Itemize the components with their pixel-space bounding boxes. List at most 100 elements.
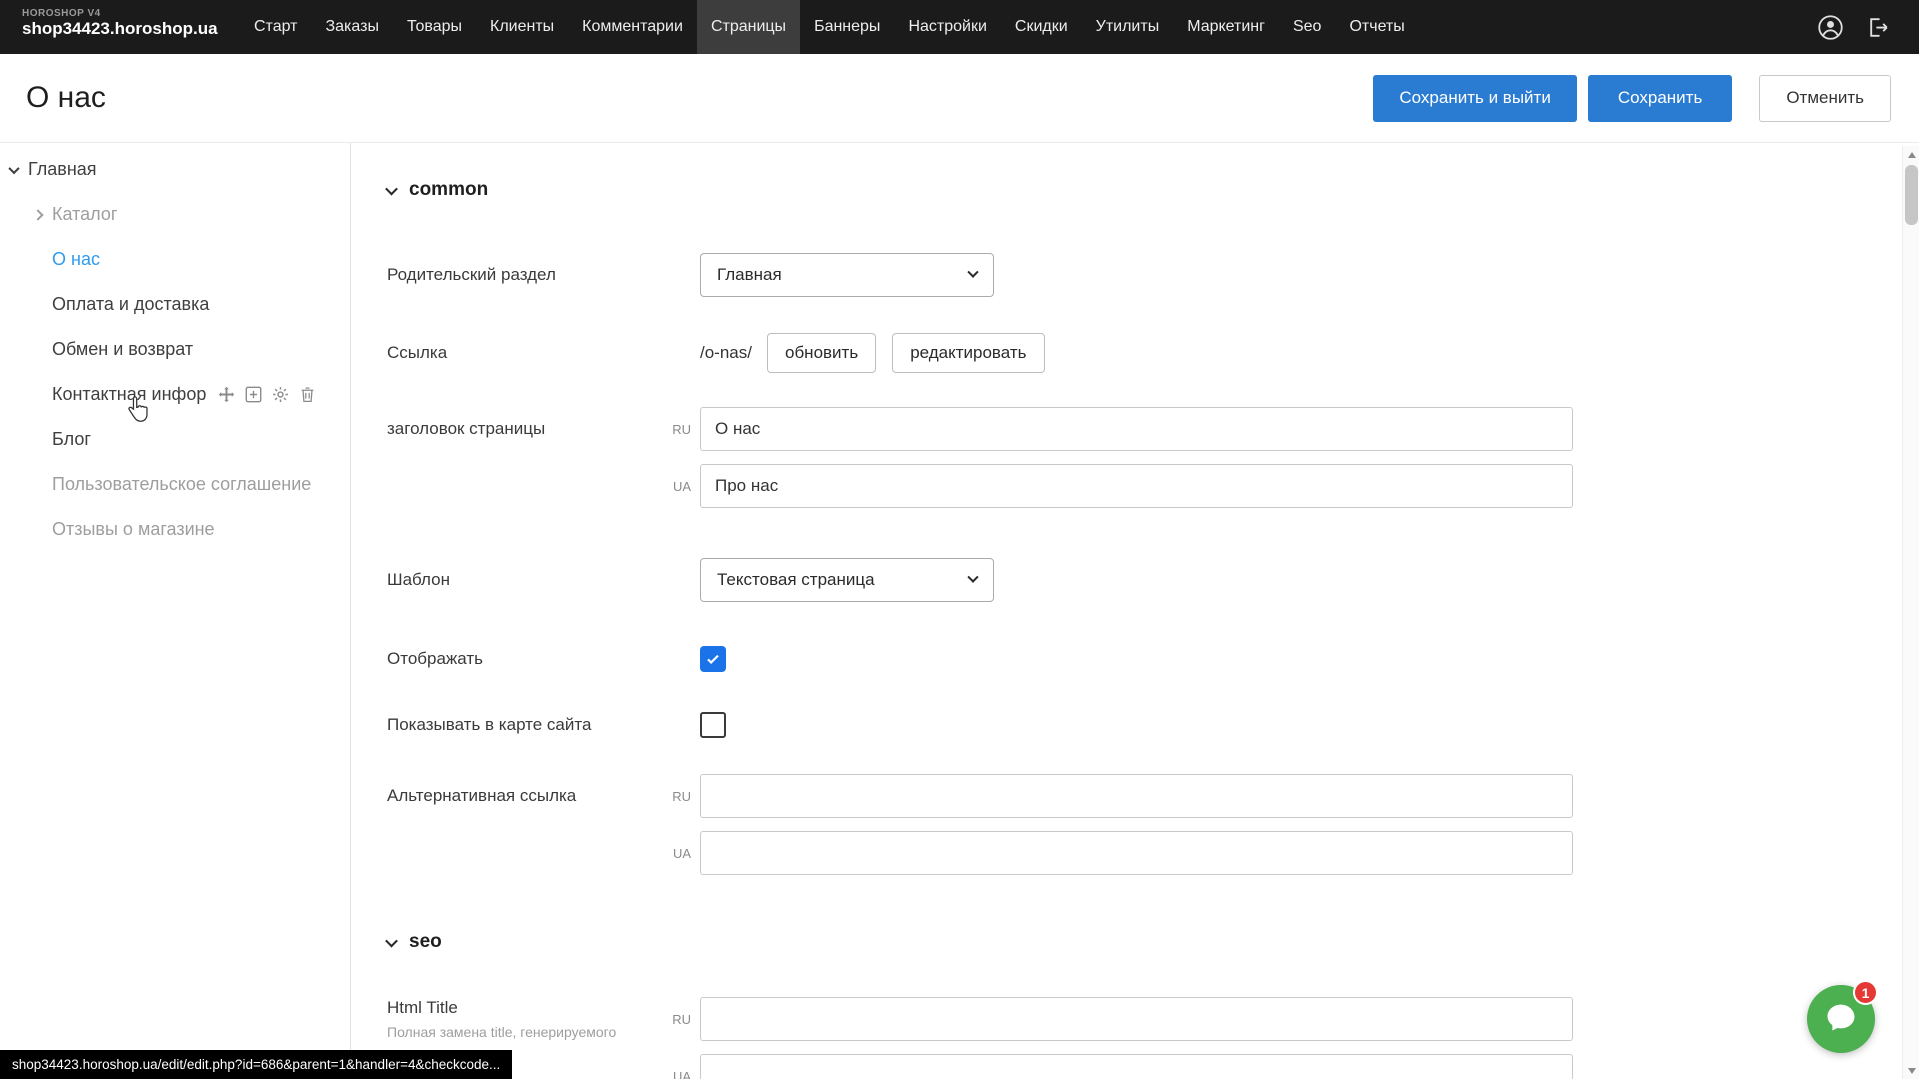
parent-section-value: Главная — [717, 265, 969, 285]
chat-unread-badge: 1 — [1853, 980, 1878, 1005]
chevron-down-icon — [967, 572, 978, 583]
sidebar-item-polzovatelskoe-soglashenie[interactable]: Пользовательское соглашение — [0, 462, 350, 507]
nav-item-utilities[interactable]: Утилиты — [1082, 0, 1174, 54]
page-edit-form: common Родительский раздел Главная Ссылк… — [351, 143, 1919, 1079]
status-url-tooltip: shop34423.horoshop.ua/edit/edit.php?id=6… — [0, 1050, 512, 1079]
content: Главная Каталог О нас Оплата и доставка … — [0, 143, 1919, 1079]
page-title: О нас — [26, 81, 1373, 115]
user-circle-icon[interactable] — [1817, 14, 1844, 41]
nav-item-orders[interactable]: Заказы — [311, 0, 392, 54]
template-select[interactable]: Текстовая страница — [700, 558, 994, 602]
nav-item-banners[interactable]: Баннеры — [800, 0, 894, 54]
sidebar-item-label: Оплата и доставка — [52, 294, 209, 315]
parent-section-select[interactable]: Главная — [700, 253, 994, 297]
save-button[interactable]: Сохранить — [1588, 75, 1732, 122]
nav-item-seo[interactable]: Seo — [1279, 0, 1335, 54]
template-label: Шаблон — [387, 570, 700, 590]
sidebar-item-katalog[interactable]: Каталог — [0, 192, 350, 237]
topbar: HOROSHOP V4 shop34423.horoshop.ua Старт … — [0, 0, 1919, 54]
nav-item-products[interactable]: Товары — [393, 0, 476, 54]
html-title-ua-row: UA — [387, 1054, 1919, 1079]
nav-item-discounts[interactable]: Скидки — [1001, 0, 1082, 54]
scroll-down-button[interactable] — [1903, 1062, 1919, 1079]
lang-ru-badge: RU — [657, 789, 691, 804]
chevron-down-icon[interactable] — [10, 166, 28, 174]
sidebar-item-obmen-i-vozvrat[interactable]: Обмен и возврат — [0, 327, 350, 372]
link-refresh-button[interactable]: обновить — [767, 333, 876, 373]
chevron-down-icon — [967, 267, 978, 278]
tree-item-actions — [218, 386, 316, 403]
scroll-up-button[interactable] — [1903, 146, 1919, 163]
sidebar-item-label: Главная — [28, 159, 97, 180]
html-title-ru-input[interactable] — [700, 997, 1573, 1041]
add-square-icon[interactable] — [245, 386, 262, 403]
trash-icon[interactable] — [299, 386, 316, 403]
display-checkbox[interactable] — [700, 646, 726, 672]
lang-ua-badge: UA — [657, 1069, 691, 1079]
save-and-exit-button[interactable]: Сохранить и выйти — [1373, 75, 1576, 122]
brand-version: HOROSHOP V4 — [22, 8, 240, 19]
sidebar-item-label: О нас — [52, 249, 100, 270]
move-icon[interactable] — [218, 386, 235, 403]
link-edit-button[interactable]: редактировать — [892, 333, 1044, 373]
parent-section-row: Родительский раздел Главная — [387, 253, 1919, 297]
nav-item-start[interactable]: Старт — [240, 0, 311, 54]
scrollbar-thumb[interactable] — [1905, 165, 1918, 225]
sidebar-item-o-nas[interactable]: О нас — [0, 237, 350, 282]
template-value: Текстовая страница — [717, 570, 969, 590]
alt-link-label: Альтернативная ссылка — [387, 786, 657, 806]
topbar-actions — [1817, 0, 1919, 54]
sidebar-item-otzyvy-o-magazine[interactable]: Отзывы о магазине — [0, 507, 350, 552]
display-label: Отображать — [387, 649, 700, 669]
display-row: Отображать — [387, 646, 1919, 672]
sidebar-item-label: Контактная инфор — [52, 384, 206, 405]
pages-tree-sidebar: Главная Каталог О нас Оплата и доставка … — [0, 143, 351, 1079]
link-row: Ссылка /o-nas/ обновить редактировать — [387, 333, 1919, 373]
chat-bubble-icon — [1823, 999, 1859, 1040]
sidebar-item-label: Пользовательское соглашение — [52, 474, 311, 495]
alt-link-ua-input[interactable] — [700, 831, 1573, 875]
page-header: О нас Сохранить и выйти Сохранить Отмени… — [0, 54, 1919, 143]
section-common-header[interactable]: common — [387, 179, 1919, 201]
sidebar-item-label: Отзывы о магазине — [52, 519, 215, 540]
sidebar-item-label: Каталог — [52, 204, 117, 225]
alt-link-ru-input[interactable] — [700, 774, 1573, 818]
html-title-ru-row: Html Title Полная замена title, генериру… — [387, 997, 1919, 1041]
html-title-hint: Полная замена title, генерируемого — [387, 1024, 657, 1040]
page-title-label: заголовок страницы — [387, 419, 657, 439]
html-title-ua-input[interactable] — [700, 1054, 1573, 1079]
alt-link-ru-row: Альтернативная ссылка RU — [387, 774, 1919, 818]
sitemap-checkbox[interactable] — [700, 712, 726, 738]
cancel-button[interactable]: Отменить — [1759, 75, 1891, 122]
sidebar-item-kontaktnaya-informaciya[interactable]: Контактная инфор — [0, 372, 350, 417]
chevron-right-icon[interactable] — [34, 211, 52, 219]
link-label: Ссылка — [387, 343, 700, 363]
lang-ua-badge: UA — [657, 479, 691, 494]
logout-icon[interactable] — [1866, 15, 1891, 40]
link-path: /o-nas/ — [700, 343, 752, 363]
nav-item-marketing[interactable]: Маркетинг — [1173, 0, 1279, 54]
page-title-ru-input[interactable] — [700, 407, 1573, 451]
page-title-ua-input[interactable] — [700, 464, 1573, 508]
sitemap-label: Показывать в карте сайта — [387, 715, 700, 735]
chevron-down-icon — [385, 934, 398, 947]
chat-button[interactable]: 1 — [1807, 985, 1875, 1053]
vertical-scrollbar[interactable] — [1902, 146, 1919, 1079]
nav-item-reports[interactable]: Отчеты — [1335, 0, 1418, 54]
nav-item-clients[interactable]: Клиенты — [476, 0, 568, 54]
html-title-label: Html Title — [387, 998, 657, 1018]
section-seo-header[interactable]: seo — [387, 931, 1919, 953]
sidebar-item-label: Обмен и возврат — [52, 339, 193, 360]
sitemap-row: Показывать в карте сайта — [387, 712, 1919, 738]
sidebar-item-label: Блог — [52, 429, 91, 450]
gear-icon[interactable] — [272, 386, 289, 403]
sidebar-item-glavnaya[interactable]: Главная — [0, 147, 350, 192]
nav-item-settings[interactable]: Настройки — [894, 0, 1000, 54]
sidebar-item-blog[interactable]: Блог — [0, 417, 350, 462]
sidebar-item-oplata-i-dostavka[interactable]: Оплата и доставка — [0, 282, 350, 327]
lang-ua-badge: UA — [657, 846, 691, 861]
nav-item-comments[interactable]: Комментарии — [568, 0, 697, 54]
chevron-down-icon — [385, 182, 398, 195]
nav-item-pages[interactable]: Страницы — [697, 0, 800, 54]
parent-section-label: Родительский раздел — [387, 265, 700, 285]
